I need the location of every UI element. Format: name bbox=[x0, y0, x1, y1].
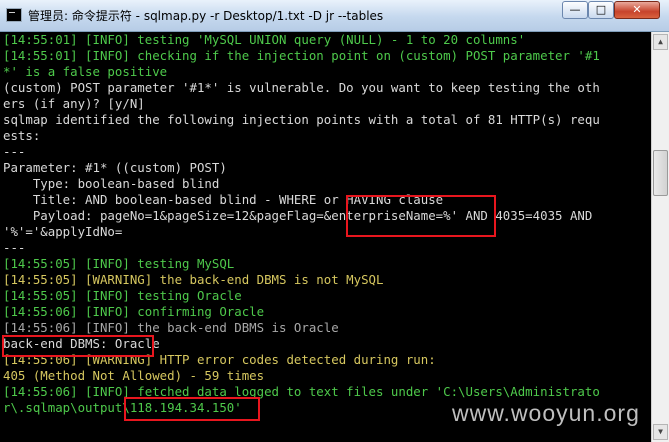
console-line-prompt: ers (if any)? [y/N] bbox=[3, 96, 145, 111]
console-line-output: Type: boolean-based blind bbox=[3, 176, 220, 191]
console-line-payload: '%'='&applyIdNo= bbox=[3, 224, 123, 239]
minimize-button[interactable]: — bbox=[562, 1, 588, 19]
scroll-thumb[interactable] bbox=[653, 150, 668, 196]
console-line-info: [14:55:05] [INFO] testing MySQL bbox=[3, 256, 235, 271]
console-line-info: [14:55:06] [INFO] fetched data logged to… bbox=[3, 384, 600, 399]
console-line-output: sqlmap identified the following injectio… bbox=[3, 112, 600, 127]
maximize-button[interactable]: □ bbox=[588, 1, 614, 19]
console-output[interactable]: [14:55:01] [INFO] testing 'MySQL UNION q… bbox=[0, 32, 651, 442]
console-separator: --- bbox=[3, 144, 26, 159]
console-line-info: [14:55:06] [INFO] the back-end DBMS is O… bbox=[3, 320, 339, 335]
console-line-payload: Payload: pageNo=1&pageSize=12&pageFlag=&… bbox=[3, 208, 593, 223]
highlight-box-ip bbox=[124, 397, 260, 421]
watermark: www.wooyun.org bbox=[452, 400, 640, 426]
scroll-down-arrow-icon[interactable]: ▼ bbox=[653, 424, 668, 440]
highlight-box-payload bbox=[346, 195, 496, 237]
console-line-info: [14:55:06] [INFO] confirming Oracle bbox=[3, 304, 265, 319]
console-line-warning: 405 (Method Not Allowed) - 59 times bbox=[3, 368, 265, 383]
highlight-box-dbms bbox=[2, 335, 154, 357]
close-button[interactable]: ✕ bbox=[614, 1, 660, 19]
console-line-info: *' is a false positive bbox=[3, 64, 168, 79]
console-line-output: Parameter: #1* ((custom) POST) bbox=[3, 160, 227, 175]
title-bar: 管理员: 命令提示符 - sqlmap.py -r Desktop/1.txt … bbox=[0, 0, 669, 32]
console-separator: --- bbox=[3, 240, 26, 255]
console-line-warning: [14:55:05] [WARNING] the back-end DBMS i… bbox=[3, 272, 384, 287]
vertical-scrollbar[interactable]: ▲ ▼ bbox=[651, 32, 669, 442]
window-title: 管理员: 命令提示符 - sqlmap.py -r Desktop/1.txt … bbox=[28, 9, 384, 23]
cmd-icon bbox=[6, 8, 22, 22]
console-line-output: ests: bbox=[3, 128, 41, 143]
scroll-up-arrow-icon[interactable]: ▲ bbox=[653, 34, 668, 50]
console-line-info: [14:55:01] [INFO] testing 'MySQL UNION q… bbox=[3, 32, 526, 47]
console-line-info: [14:55:05] [INFO] testing Oracle bbox=[3, 288, 242, 303]
console-line-prompt: (custom) POST parameter '#1*' is vulnera… bbox=[3, 80, 600, 95]
console-line-info: [14:55:01] [INFO] checking if the inject… bbox=[3, 48, 600, 63]
